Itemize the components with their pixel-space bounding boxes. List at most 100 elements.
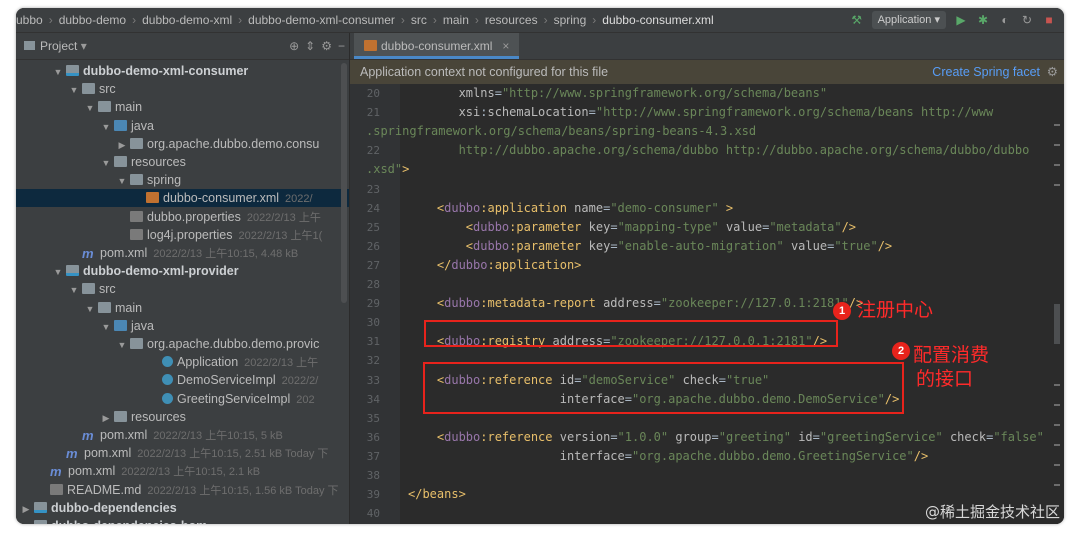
tree-item[interactable]: README.md 2022/2/13 上午10:15, 1.56 kB Toda…: [16, 481, 349, 499]
collapsed-arrow-icon[interactable]: ▶: [20, 500, 32, 517]
debug-icon[interactable]: ✱: [976, 13, 990, 27]
locate-icon[interactable]: ⊕: [289, 33, 299, 59]
breadcrumb-item[interactable]: ubbo: [16, 13, 43, 27]
tree-item[interactable]: ▼ resources: [16, 153, 349, 171]
breadcrumb-item[interactable]: resources: [485, 13, 538, 27]
editor-scrollbar[interactable]: [1050, 84, 1064, 524]
tree-item[interactable]: DemoServiceImpl 2022/2/: [16, 371, 349, 389]
line-number: 31: [366, 335, 380, 349]
tree-item-label: main: [115, 100, 143, 115]
breadcrumb-item[interactable]: spring: [554, 13, 587, 27]
ide-window: ubbo › dubbo-demo › dubbo-demo-xml › dubbo-dem…: [16, 8, 1064, 524]
collapsed-arrow-icon[interactable]: ▶: [100, 409, 112, 426]
tree-item[interactable]: m pom.xml 2022/2/13 上午10:15, 4.48 kB: [16, 244, 349, 262]
tree-item[interactable]: ▶ resources: [16, 408, 349, 426]
tree-item-meta: 202: [296, 393, 315, 406]
tree-item[interactable]: dubbo-consumer.xml 2022/: [16, 189, 349, 208]
expanded-arrow-icon[interactable]: ▼: [68, 281, 80, 298]
breadcrumb-separator: ›: [592, 13, 597, 27]
expanded-arrow-icon[interactable]: ▼: [84, 99, 96, 116]
class-icon: [162, 356, 173, 368]
breadcrumb-separator: ›: [543, 13, 548, 27]
stop-icon[interactable]: ■: [1042, 13, 1056, 27]
tree-item-label: java: [131, 118, 154, 133]
tree-item[interactable]: ▼ dubbo-demo-xml-provider: [16, 262, 349, 280]
tree-item-label: log4j.properties: [147, 227, 233, 242]
build-hammer-icon[interactable]: ⚒: [850, 13, 864, 27]
tree-item[interactable]: dubbo.properties 2022/2/13 上午: [16, 208, 349, 226]
breadcrumb-item[interactable]: dubbo-demo-xml: [142, 13, 232, 27]
project-scrollbar[interactable]: [341, 63, 347, 303]
expanded-arrow-icon[interactable]: ▼: [84, 300, 96, 317]
tree-item-label: dubbo-demo-xml-consumer: [83, 64, 249, 78]
project-panel-header[interactable]: Project ▾ ⊕ ⇕ ⚙ −: [16, 33, 349, 60]
tree-item-label: src: [99, 282, 116, 297]
reference-highlight-box: [423, 362, 904, 414]
project-panel-title: Project: [40, 39, 78, 53]
tree-item[interactable]: ▼ org.apache.dubbo.demo.provic: [16, 335, 349, 353]
tree-item-label: org.apache.dubbo.demo.provic: [147, 337, 320, 351]
gear-icon[interactable]: ⚙: [1047, 60, 1058, 84]
minimize-icon[interactable]: −: [338, 33, 345, 59]
breadcrumb-item[interactable]: main: [443, 13, 469, 27]
expanded-arrow-icon[interactable]: ▼: [100, 118, 112, 135]
tree-item[interactable]: m pom.xml 2022/2/13 上午10:15, 2.1 kB: [16, 462, 349, 480]
tree-item[interactable]: ▶ org.apache.dubbo.demo.consu: [16, 135, 349, 153]
breadcrumb-item[interactable]: src: [411, 13, 427, 27]
folder-icon: [130, 137, 143, 149]
collapsed-arrow-icon[interactable]: ▶: [20, 518, 32, 524]
breadcrumb-item[interactable]: dubbo-demo-xml-consumer: [248, 13, 395, 27]
run-configuration-select[interactable]: Application ▾: [871, 11, 946, 29]
run-icon[interactable]: ▶: [954, 13, 968, 27]
collapsed-arrow-icon[interactable]: ▶: [116, 136, 128, 153]
tree-item[interactable]: ▼ main: [16, 299, 349, 317]
tree-item-meta: 2022/: [285, 193, 313, 206]
xml-file-icon: [364, 40, 377, 51]
tree-item-meta: 2022/2/13 上午: [244, 357, 319, 370]
tree-item[interactable]: m pom.xml 2022/2/13 上午10:15, 5 kB: [16, 426, 349, 444]
tab-dubbo-consumer-xml[interactable]: dubbo-consumer.xml ×: [354, 33, 520, 59]
expanded-arrow-icon[interactable]: ▼: [52, 263, 64, 280]
tree-item[interactable]: Application 2022/2/13 上午: [16, 353, 349, 371]
gear-icon[interactable]: ⚙: [321, 33, 332, 59]
line-number: 40: [366, 507, 380, 521]
expanded-arrow-icon[interactable]: ▼: [68, 81, 80, 98]
tree-item[interactable]: ▶ dubbo-dependencies-bom: [16, 517, 349, 524]
expanded-arrow-icon[interactable]: ▼: [116, 172, 128, 189]
breadcrumb-separator: ›: [238, 13, 243, 27]
tree-item[interactable]: ▼ java: [16, 317, 349, 335]
navigation-bar: ubbo › dubbo-demo › dubbo-demo-xml › dubbo-dem…: [16, 8, 1064, 33]
tree-item[interactable]: m pom.xml 2022/2/13 上午10:15, 2.51 kB Today…: [16, 444, 349, 462]
expanded-arrow-icon[interactable]: ▼: [52, 63, 64, 80]
banner-message: Application context not configured for t…: [360, 65, 609, 79]
chevron-down-icon[interactable]: ▾: [81, 39, 87, 53]
close-icon[interactable]: ×: [502, 39, 509, 53]
tree-item-meta: 2022/2/13 上午: [246, 211, 321, 224]
tree-item[interactable]: GreetingServiceImpl 202: [16, 390, 349, 408]
tree-item[interactable]: ▼ dubbo-demo-xml-consumer: [16, 62, 349, 80]
code-editor[interactable]: 20 xmlns="http://www.springframework.org…: [350, 84, 1064, 524]
line-number: 25: [366, 220, 380, 234]
tree-item[interactable]: ▼ src: [16, 280, 349, 298]
line-number: 30: [366, 316, 380, 330]
collapse-icon[interactable]: ⇕: [305, 33, 315, 59]
expanded-arrow-icon[interactable]: ▼: [100, 154, 112, 171]
tree-item[interactable]: ▶ dubbo-dependencies: [16, 499, 349, 517]
tree-item[interactable]: log4j.properties 2022/2/13 上午1(: [16, 226, 349, 244]
expanded-arrow-icon[interactable]: ▼: [116, 336, 128, 353]
annotation-badge-2: 2: [892, 342, 910, 360]
tree-item[interactable]: ▼ main: [16, 98, 349, 116]
profile-icon[interactable]: ↻: [1020, 13, 1034, 27]
line-number: 23: [366, 182, 380, 196]
create-spring-facet-link[interactable]: Create Spring facet: [932, 60, 1040, 84]
expanded-arrow-icon[interactable]: ▼: [100, 318, 112, 335]
code-line: </dubbo:application>: [408, 257, 582, 272]
tree-item-label: resources: [131, 409, 186, 424]
breadcrumb-item[interactable]: dubbo-consumer.xml: [602, 13, 713, 27]
coverage-icon[interactable]: ◐: [998, 13, 1012, 27]
breadcrumb-item[interactable]: dubbo-demo: [59, 13, 126, 27]
tree-item[interactable]: ▼ java: [16, 117, 349, 135]
spring-facet-banner: Application context not configured for t…: [350, 60, 1064, 84]
tree-item[interactable]: ▼ spring: [16, 171, 349, 189]
tree-item[interactable]: ▼ src: [16, 80, 349, 98]
